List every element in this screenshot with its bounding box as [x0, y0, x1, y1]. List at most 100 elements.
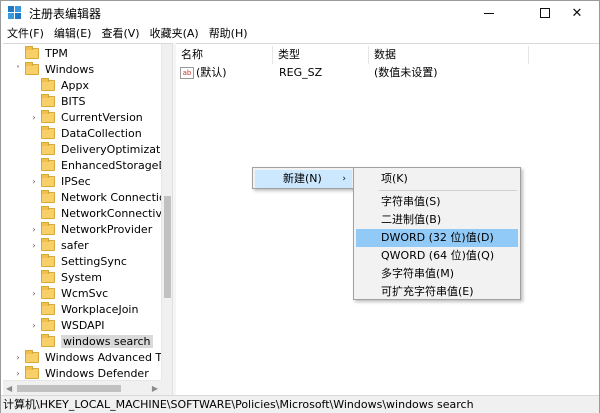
folder-icon — [41, 221, 55, 235]
folder-icon — [25, 45, 39, 59]
expand-chevron-right-icon[interactable]: › — [13, 369, 23, 378]
folder-icon — [41, 109, 55, 123]
new-submenu: 项(K) 字符串值(S) 二进制值(B) DWORD (32 位)值(D) QW… — [353, 167, 521, 300]
tree-item[interactable]: System — [29, 269, 102, 285]
submenu-item-binary-value[interactable]: 二进制值(B) — [356, 211, 518, 229]
expand-chevron-down-icon[interactable]: ˅ — [13, 65, 23, 74]
tree-item[interactable]: BITS — [29, 93, 86, 109]
submenu-item-multi-string-value[interactable]: 多字符串值(M) — [356, 265, 518, 283]
column-header-data[interactable]: 数据 — [369, 46, 529, 64]
menu-help[interactable]: 帮助(H) — [204, 25, 253, 43]
scroll-left-arrow-icon[interactable]: ◀ — [6, 384, 12, 393]
minimize-button[interactable] — [467, 1, 511, 25]
registry-editor-icon — [8, 6, 22, 20]
submenu-item-dword-value[interactable]: DWORD (32 位)值(D) — [356, 229, 518, 247]
registry-editor-window: 注册表编辑器 ✕ 文件(F) 编辑(E) 查看(V) 收藏夹(A) 帮助(H) … — [0, 0, 600, 413]
folder-icon — [41, 237, 55, 251]
status-bar-path: 计算机\HKEY_LOCAL_MACHINE\SOFTWARE\Policies… — [1, 395, 599, 413]
folder-icon — [41, 285, 55, 299]
tree-item-label: IPSec — [61, 174, 91, 188]
tree-item[interactable]: NetworkConnectivityS — [29, 205, 172, 221]
tree-item[interactable]: › WcmSvc — [29, 285, 108, 301]
expand-chevron-right-icon[interactable]: › — [13, 353, 23, 362]
tree-item[interactable]: › NetworkProvider — [29, 221, 152, 237]
tree-item-label: WorkplaceJoin — [61, 302, 139, 316]
folder-icon — [41, 125, 55, 139]
submenu-arrow-icon: › — [342, 174, 346, 184]
key-tree-pane: › Windows Defender › Windows Advanced Thre w… — [3, 43, 172, 395]
tree-item[interactable]: TPM — [13, 45, 68, 61]
tree-item[interactable]: ˅ Windows — [13, 61, 94, 77]
expand-chevron-right-icon[interactable]: › — [29, 113, 39, 122]
tree-item-label: DataCollection — [61, 126, 142, 140]
tree-item-label: Network Connections — [61, 190, 172, 204]
folder-icon — [41, 93, 55, 107]
tree-item-label: WSDAPI — [61, 318, 105, 332]
menu-view[interactable]: 查看(V) — [96, 25, 144, 43]
close-icon: ✕ — [571, 5, 583, 21]
submenu-item-key[interactable]: 项(K) — [356, 170, 518, 188]
expand-chevron-right-icon[interactable]: › — [29, 289, 39, 298]
tree-item-label: Windows Advanced Thre — [45, 350, 172, 364]
menu-file[interactable]: 文件(F) — [1, 25, 49, 43]
tree-item[interactable]: › IPSec — [29, 173, 91, 189]
tree-item-label: System — [61, 270, 103, 284]
tree-item-label: windows search — [61, 334, 153, 348]
context-menu-new[interactable]: 新建(N) › — [255, 170, 352, 188]
tree-item-label: CurrentVersion — [61, 110, 143, 124]
value-name: (默认) — [196, 66, 227, 79]
expand-chevron-right-icon[interactable]: › — [29, 177, 39, 186]
tree-item[interactable]: DeliveryOptimization — [29, 141, 172, 157]
tree-item[interactable]: EnhancedStorageDev — [29, 157, 172, 173]
tree-vertical-scrollbar[interactable] — [161, 44, 172, 380]
tree-item[interactable]: WorkplaceJoin — [29, 301, 138, 317]
tree-item[interactable]: › Windows Advanced Thre — [13, 349, 172, 365]
value-data: (数值未设置) — [374, 66, 438, 79]
tree-vertical-scroll-thumb[interactable] — [164, 196, 171, 298]
tree-item[interactable]: › CurrentVersion — [29, 109, 143, 125]
title-bar: 注册表编辑器 ✕ — [1, 1, 599, 25]
tree-item-label: SettingSync — [61, 254, 127, 268]
folder-icon — [41, 269, 55, 283]
tree-item[interactable]: › safer — [29, 237, 89, 253]
maximize-icon — [540, 8, 550, 18]
folder-icon — [25, 61, 39, 75]
menu-favorites[interactable]: 收藏夹(A) — [145, 25, 204, 43]
tree-item-label: DeliveryOptimization — [61, 142, 172, 156]
tree-item-label: EnhancedStorageDev — [61, 158, 172, 172]
tree-horizontal-scroll-thumb[interactable] — [17, 385, 121, 392]
context-menu: 新建(N) › — [252, 167, 355, 189]
window-title: 注册表编辑器 — [29, 6, 102, 21]
menu-edit[interactable]: 编辑(E) — [49, 25, 97, 43]
tree-item[interactable]: Appx — [29, 77, 89, 93]
column-header-type[interactable]: 类型 — [273, 46, 369, 64]
tree-item[interactable]: SettingSync — [29, 253, 127, 269]
folder-icon — [41, 301, 55, 315]
folder-icon — [41, 157, 55, 171]
tree-item[interactable]: › Windows Defender — [13, 365, 149, 381]
value-type: REG_SZ — [279, 66, 323, 79]
value-name-cell: ab (默认) — [180, 65, 227, 81]
tree-item[interactable]: DataCollection — [29, 125, 142, 141]
submenu-item-string-value[interactable]: 字符串值(S) — [356, 193, 518, 211]
tree-item-label: Appx — [61, 78, 89, 92]
tree-item-label: BITS — [61, 94, 86, 108]
tree-item[interactable]: Network Connections — [29, 189, 172, 205]
column-header-name[interactable]: 名称 — [176, 46, 273, 64]
value-row[interactable]: ab (默认) REG_SZ (数值未设置) — [176, 65, 526, 81]
close-button[interactable]: ✕ — [555, 1, 599, 25]
expand-chevron-right-icon[interactable]: › — [29, 241, 39, 250]
tree-item-label: Windows Defender — [45, 366, 149, 380]
submenu-item-expandable-string-value[interactable]: 可扩充字符串值(E) — [356, 283, 518, 301]
tree-item[interactable]: windows search — [29, 333, 153, 349]
expand-chevron-right-icon[interactable]: › — [29, 321, 39, 330]
scroll-right-arrow-icon[interactable]: ▶ — [152, 384, 158, 393]
expand-chevron-right-icon[interactable]: › — [29, 225, 39, 234]
folder-icon — [41, 141, 55, 155]
tree-item[interactable]: › WSDAPI — [29, 317, 105, 333]
tree-item-label: WcmSvc — [61, 286, 109, 300]
tree-item-label: Windows — [45, 62, 95, 76]
tree-horizontal-scrollbar[interactable]: ◀ ▶ — [3, 380, 161, 395]
tree-item-label: NetworkProvider — [61, 222, 153, 236]
submenu-item-qword-value[interactable]: QWORD (64 位)值(Q) — [356, 247, 518, 265]
